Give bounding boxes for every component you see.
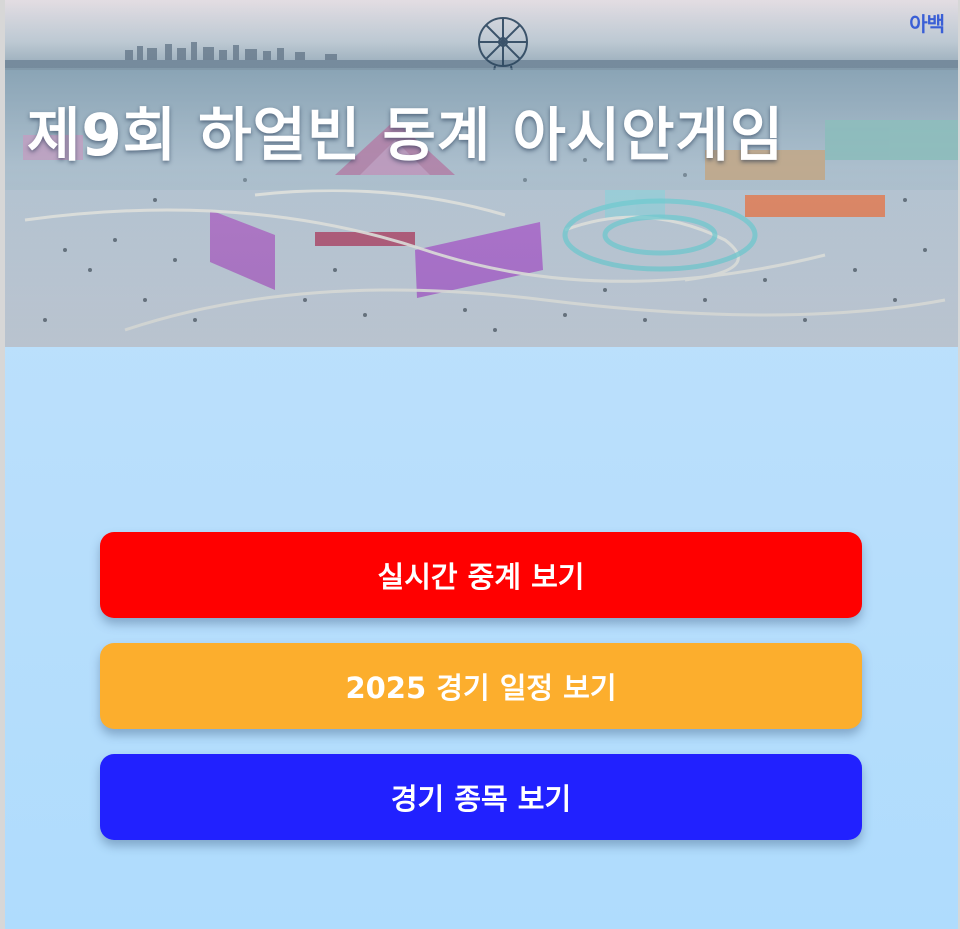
ice-festival-image [5, 0, 958, 347]
page-title: 제9회 하얼빈 동계 아시안게임 [27, 101, 785, 169]
site-logo[interactable]: 아백 [909, 8, 945, 37]
app-frame: 제9회 하얼빈 동계 아시안게임 아백 실시간 중계 보기 2025 경기 일정… [5, 0, 958, 929]
events-label: 경기 종목 보기 [390, 782, 572, 816]
schedule-label: 2025 경기 일정 보기 [345, 671, 617, 705]
events-button[interactable]: 경기 종목 보기 [100, 754, 862, 840]
logo-text: 아백 [909, 12, 945, 36]
live-broadcast-button[interactable]: 실시간 중계 보기 [100, 532, 862, 618]
hero-banner: 제9회 하얼빈 동계 아시안게임 아백 [5, 0, 958, 347]
schedule-button[interactable]: 2025 경기 일정 보기 [100, 643, 862, 729]
live-broadcast-label: 실시간 중계 보기 [377, 560, 585, 594]
menu-buttons: 실시간 중계 보기 2025 경기 일정 보기 경기 종목 보기 [100, 532, 863, 865]
